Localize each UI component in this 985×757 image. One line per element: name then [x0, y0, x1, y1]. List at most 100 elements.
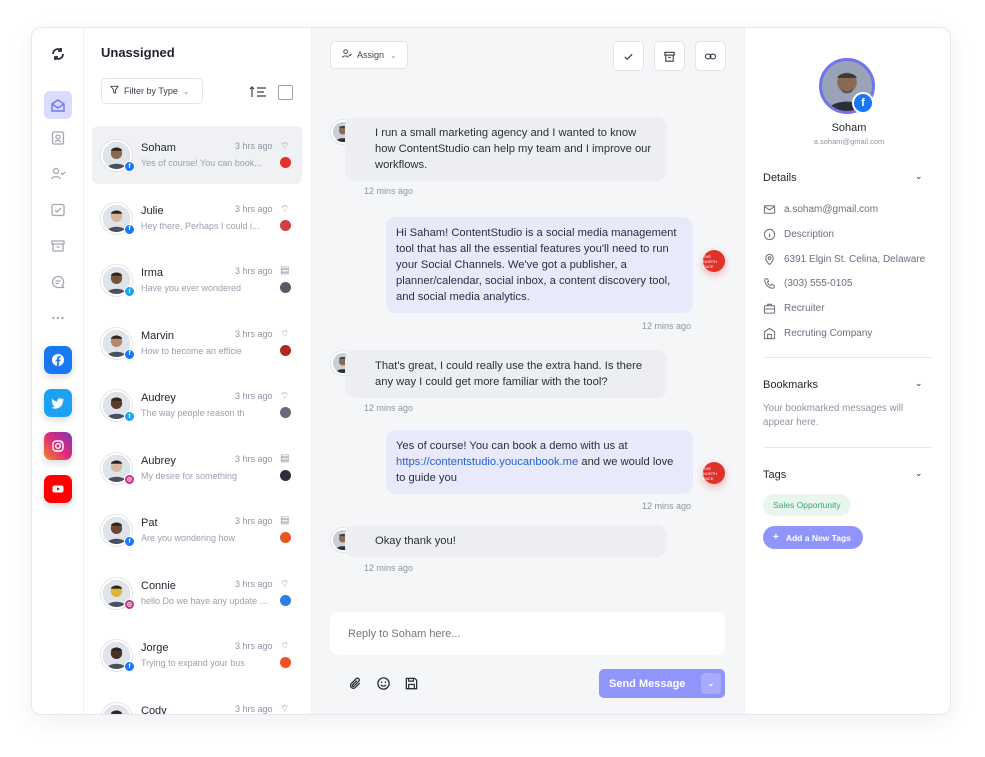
- comments-icon[interactable]: [44, 268, 72, 296]
- conversation-item[interactable]: f Julie 3 hrs ago ⌔ Hey there, Perhaps I cou…: [92, 189, 302, 252]
- message-text: Yes of course! You can book a demo with …: [396, 440, 628, 452]
- profile-email: a.soham@gmail.com: [813, 137, 885, 146]
- emoji-icon[interactable]: [375, 675, 391, 691]
- message-bubble: Okay thank you!: [345, 525, 667, 557]
- bookmarks-title: Bookmarks: [763, 379, 819, 391]
- contact-avatar: f: [101, 515, 135, 547]
- detail-text: 6391 Elgin St. Celina, Delaware: [784, 253, 926, 265]
- conversation-item[interactable]: ◎ Connie 3 hrs ago ⌔ hello Do we have any up…: [92, 564, 302, 627]
- filter-icon: [110, 85, 119, 97]
- conversation-time: 3 hrs ago: [235, 578, 273, 589]
- conversation-item[interactable]: f Jorge 3 hrs ago ⌔ Trying to expand your bu…: [92, 626, 302, 689]
- conversation-time: 3 hrs ago: [235, 328, 273, 339]
- tw-badge-icon: t: [124, 286, 135, 297]
- contact-avatar: f: [101, 702, 132, 714]
- location-icon: [765, 253, 774, 265]
- conversation-time: 3 hrs ago: [235, 266, 273, 276]
- tag-sales-opportunity[interactable]: Sales Opportunity: [763, 494, 851, 516]
- message-type-icon: ▤: [280, 452, 290, 464]
- detail-text: Description: [784, 228, 835, 240]
- add-tag-label: Add a New Tags: [785, 532, 851, 543]
- link-icon: [704, 53, 717, 59]
- conversation-preview: Trying to expand your bus: [141, 658, 245, 668]
- chevron-down-icon[interactable]: ⌄: [915, 468, 923, 479]
- message-type-icon: ⌔: [280, 141, 290, 152]
- conversation-item[interactable]: f Cody 3 hrs ago ⌔: [92, 689, 302, 714]
- contact-avatar: f: [101, 327, 135, 360]
- sort-icon[interactable]: [249, 85, 267, 99]
- chevron-down-icon: ⌄: [390, 50, 397, 60]
- archive-button[interactable]: [654, 41, 685, 71]
- save-draft-icon[interactable]: [403, 675, 419, 691]
- archive-icon[interactable]: [44, 232, 72, 260]
- message-time: 12 mins ago: [364, 403, 414, 413]
- detail-text: (303) 555-0105: [784, 277, 853, 289]
- more-icon[interactable]: [44, 304, 72, 332]
- conversation-item[interactable]: t Audrey 3 hrs ago ⌔ The way people reason t…: [92, 376, 302, 439]
- add-tag-button[interactable]: + Add a New Tags: [763, 526, 863, 549]
- instagram-icon[interactable]: [44, 432, 72, 460]
- detail-text: Recruiter: [784, 302, 825, 314]
- contact-avatar: f: [101, 640, 135, 672]
- twitter-icon[interactable]: [44, 389, 72, 417]
- send-options-chevron-icon[interactable]: ⌄: [701, 673, 721, 694]
- divider: [763, 357, 932, 358]
- send-message-button[interactable]: Send Message ⌄: [599, 669, 725, 698]
- attachment-icon[interactable]: [347, 675, 363, 691]
- filter-by-type-button[interactable]: Filter by Type ⌄: [101, 78, 203, 104]
- conversation-time: 3 hrs ago: [235, 391, 273, 401]
- message-type-icon: ▤: [280, 265, 290, 276]
- conversation-name: Julie: [141, 204, 164, 217]
- brand-icon: [280, 657, 291, 668]
- chevron-down-icon[interactable]: ⌄: [915, 378, 923, 389]
- facebook-icon[interactable]: [44, 346, 72, 374]
- phone-icon: [764, 277, 775, 289]
- filter-label: Filter by Type: [124, 86, 178, 96]
- youtube-icon[interactable]: [44, 475, 72, 503]
- contact-details-panel: f Soham a.soham@gmail.com Details ⌄ a.so…: [744, 28, 950, 714]
- conversation-item[interactable]: f Marvin 3 hrs ago ⌔ How to become an effici…: [92, 314, 302, 377]
- archive-icon: [664, 51, 675, 62]
- check-icon: [624, 53, 633, 60]
- conversation-item[interactable]: ◎ Aubrey 3 hrs ago ▤ My desire for something: [92, 439, 302, 502]
- inbox-icon[interactable]: [44, 91, 72, 119]
- brand-icon: [280, 407, 291, 418]
- done-icon[interactable]: [44, 196, 72, 224]
- detail-company: Recruting Company: [763, 325, 872, 341]
- building-icon: [763, 327, 776, 339]
- ig-badge-icon: ◎: [124, 598, 135, 610]
- conversation-list-panel: Unassigned Filter by Type ⌄ f Soham 3 hrs …: [84, 28, 312, 714]
- brand-icon: [280, 157, 291, 168]
- conversation-name: Connie: [141, 579, 176, 592]
- info-icon: [763, 228, 776, 240]
- refresh-icon[interactable]: [44, 40, 72, 68]
- assign-label: Assign: [357, 50, 385, 60]
- conversation-name: Audrey: [141, 392, 176, 404]
- assign-button[interactable]: Assign ⌄: [330, 41, 408, 69]
- select-all-checkbox[interactable]: [278, 85, 293, 100]
- fb-badge-icon: f: [124, 661, 135, 672]
- message-bubble: Hi Saham! ContentStudio is a social medi…: [386, 217, 693, 313]
- conversation-item[interactable]: f Soham 3 hrs ago ⌔ Yes of course! You can b…: [92, 126, 302, 184]
- booking-link[interactable]: https://contentstudio.youcanbook.me: [396, 456, 578, 468]
- contacts-icon[interactable]: [44, 124, 72, 152]
- conversation-time: 3 hrs ago: [235, 641, 273, 651]
- message-time: 12 mins ago: [642, 321, 692, 331]
- message-type-icon: ⌔: [280, 203, 290, 215]
- brand-icon: [280, 594, 291, 606]
- bookmarks-empty-text: Your bookmarked messages will appear her…: [763, 403, 904, 428]
- reply-input[interactable]: [330, 612, 725, 655]
- divider: [763, 447, 932, 448]
- assigned-icon[interactable]: [44, 160, 72, 188]
- conversation-name: Irma: [141, 267, 163, 279]
- message-type-icon: ⌔: [280, 578, 290, 590]
- message-bubble: I run a small marketing agency and I wan…: [345, 117, 667, 181]
- conversation-item[interactable]: t Irma 3 hrs ago ▤ Have you ever wondered: [92, 251, 302, 314]
- detail-text: Recruting Company: [784, 327, 873, 339]
- mark-done-button[interactable]: [613, 41, 644, 71]
- conversation-item[interactable]: f Pat 3 hrs ago ▤ Are you wondering how: [92, 501, 302, 564]
- brand-icon: [280, 532, 291, 543]
- link-button[interactable]: [695, 41, 726, 71]
- chevron-down-icon[interactable]: ⌄: [915, 171, 923, 182]
- message-time: 12 mins ago: [364, 563, 414, 573]
